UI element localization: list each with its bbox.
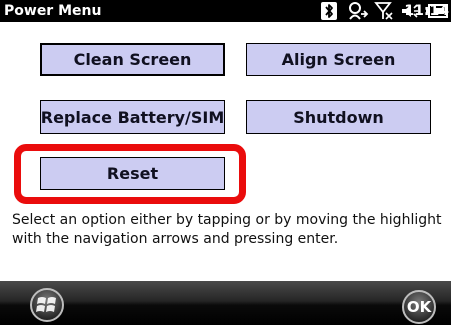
window-title: Power Menu: [4, 3, 102, 19]
windows-start-button[interactable]: [29, 287, 65, 323]
reset-button[interactable]: Reset: [40, 157, 225, 190]
softkey-bar: [0, 281, 451, 325]
instruction-text: Select an option either by tapping or by…: [12, 212, 442, 247]
ok-button[interactable]: OK: [401, 289, 437, 325]
no-signal-icon[interactable]: [374, 1, 394, 25]
shutdown-button[interactable]: Shutdown: [246, 100, 431, 134]
connectivity-icon[interactable]: [347, 1, 369, 25]
clean-screen-button[interactable]: Clean Screen: [40, 43, 225, 76]
clock[interactable]: 11:14: [404, 2, 449, 20]
title-bar: Power Menu 11:14: [0, 0, 451, 22]
align-screen-button[interactable]: Align Screen: [246, 43, 431, 76]
bluetooth-icon[interactable]: [320, 1, 338, 25]
windows-start-icon: [30, 288, 64, 322]
ok-label: OK: [406, 298, 432, 316]
replace-battery-sim-button[interactable]: Replace Battery/SIM: [40, 100, 225, 134]
